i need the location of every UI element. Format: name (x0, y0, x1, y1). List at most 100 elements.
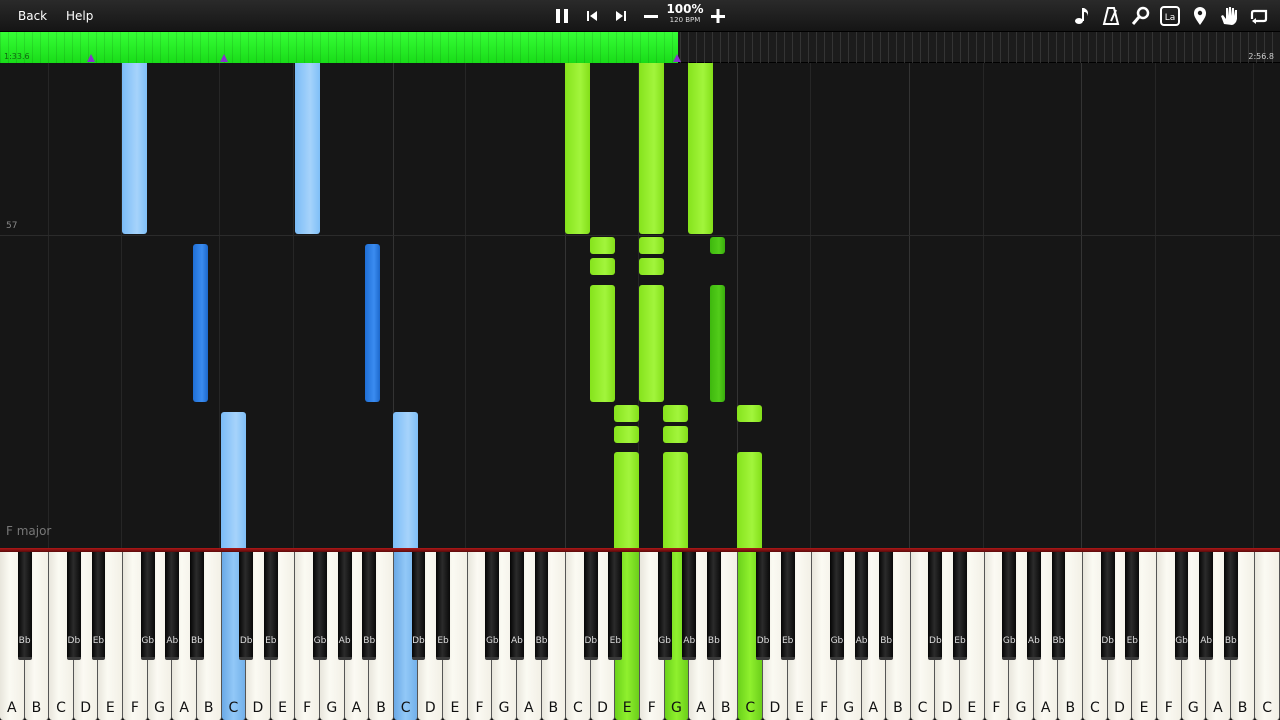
black-key-bb[interactable]: Bb (879, 552, 894, 660)
black-key-ab[interactable]: Ab (854, 552, 869, 660)
key-label: Eb (92, 636, 105, 646)
black-key-gb[interactable]: Gb (830, 552, 844, 660)
black-key-eb[interactable]: Eb (91, 552, 106, 660)
key-label: Db (584, 636, 598, 646)
key-label: Gb (1002, 636, 1016, 646)
grid-line (1155, 63, 1156, 548)
key-label: Gb (485, 636, 499, 646)
key-label: F (820, 700, 829, 716)
black-key-gb[interactable]: Gb (140, 552, 155, 660)
key-label: D (597, 700, 608, 716)
black-key-eb[interactable]: Eb (608, 552, 623, 660)
location-pin-icon[interactable] (1188, 4, 1212, 28)
key-label: E (967, 700, 977, 716)
note-bar (590, 258, 615, 275)
black-key-db[interactable]: Db (928, 552, 943, 660)
help-button[interactable]: Help (66, 0, 93, 32)
bookmark-marker[interactable] (673, 54, 681, 62)
black-key-ab[interactable]: Ab (510, 552, 524, 660)
key-label: F (1164, 700, 1173, 716)
black-key-db[interactable]: Db (756, 552, 770, 660)
hand-icon[interactable] (1217, 4, 1241, 28)
key-label: B (548, 700, 559, 716)
black-key-bb[interactable]: Bb (1051, 552, 1066, 660)
black-key-ab[interactable]: Ab (1199, 552, 1214, 660)
key-label: Eb (609, 636, 622, 646)
key-label: B (203, 700, 214, 716)
bookmark-marker[interactable] (87, 54, 95, 62)
black-key-ab[interactable]: Ab (165, 552, 180, 660)
grid-line (810, 63, 811, 548)
black-key-gb[interactable]: Gb (1002, 552, 1017, 660)
key-label: E (1139, 700, 1149, 716)
black-key-ab[interactable]: Ab (682, 552, 697, 660)
skip-forward-icon[interactable] (609, 4, 633, 28)
bookmark-marker[interactable] (220, 54, 228, 62)
metronome-icon[interactable] (1099, 4, 1123, 28)
key-label: Bb (190, 636, 203, 646)
key-label: Bb (1224, 636, 1237, 646)
black-key-bb[interactable]: Bb (362, 552, 377, 660)
white-key-c[interactable]: C (1255, 552, 1280, 720)
measure-line (0, 235, 1280, 236)
black-key-db[interactable]: Db (66, 552, 81, 660)
key-label: E (105, 700, 115, 716)
key-label: B (31, 700, 42, 716)
black-key-bb[interactable]: Bb (706, 552, 721, 660)
tempo-bpm: 120 BPM (669, 16, 701, 24)
grid-line (219, 63, 220, 548)
svg-text:La: La (1165, 13, 1176, 23)
pause-icon[interactable] (550, 4, 574, 28)
plus-icon[interactable] (706, 4, 730, 28)
loop-icon[interactable] (1247, 4, 1271, 28)
key-label: E (622, 700, 632, 716)
note-bar (193, 244, 208, 402)
skip-back-icon[interactable] (580, 4, 604, 28)
black-key-db[interactable]: Db (1100, 552, 1115, 660)
key-label: A (179, 700, 189, 716)
black-key-eb[interactable]: Eb (780, 552, 795, 660)
black-key-eb[interactable]: Eb (953, 552, 967, 660)
key-label: Ab (1027, 636, 1040, 646)
black-key-gb[interactable]: Gb (313, 552, 327, 660)
key-label: G (498, 700, 510, 716)
black-key-ab[interactable]: Ab (1026, 552, 1041, 660)
black-key-ab[interactable]: Ab (337, 552, 352, 660)
key-label: C (56, 700, 66, 716)
key-label: C (1089, 700, 1100, 716)
key-label: Db (239, 636, 253, 646)
key-label: Db (756, 636, 770, 646)
black-key-gb[interactable]: Gb (485, 552, 500, 660)
key-label: G (670, 700, 682, 716)
grid-line (48, 63, 49, 548)
note-bar (295, 63, 320, 234)
key-label: Ab (855, 636, 868, 646)
label-icon[interactable]: La (1158, 4, 1182, 28)
black-key-bb[interactable]: Bb (17, 552, 32, 660)
black-key-eb[interactable]: Eb (263, 552, 278, 660)
black-key-db[interactable]: Db (411, 552, 426, 660)
key-label: B (1237, 700, 1248, 716)
key-label: G (1187, 700, 1199, 716)
black-key-db[interactable]: Db (583, 552, 598, 660)
black-key-bb[interactable]: Bb (534, 552, 549, 660)
piano-roll: 57 F major (0, 63, 1280, 548)
back-button[interactable]: Back (18, 0, 47, 32)
black-key-bb[interactable]: Bb (190, 552, 204, 660)
black-key-db[interactable]: Db (239, 552, 254, 660)
zoom-icon[interactable] (1129, 4, 1153, 28)
minus-icon[interactable] (639, 4, 663, 28)
measure-number: 57 (6, 221, 18, 231)
key-label: G (154, 700, 165, 716)
key-label: F (475, 700, 484, 716)
grid-line (1253, 63, 1254, 548)
black-key-gb[interactable]: Gb (1174, 552, 1189, 660)
black-key-bb[interactable]: Bb (1223, 552, 1238, 660)
black-key-gb[interactable]: Gb (657, 552, 672, 660)
progress-bar[interactable]: 1:33.6 2:56.8 (0, 32, 1280, 63)
black-key-eb[interactable]: Eb (436, 552, 450, 660)
note-icon[interactable] (1070, 4, 1094, 28)
note-bar (614, 405, 639, 422)
key-label: Db (67, 636, 81, 646)
black-key-eb[interactable]: Eb (1125, 552, 1140, 660)
